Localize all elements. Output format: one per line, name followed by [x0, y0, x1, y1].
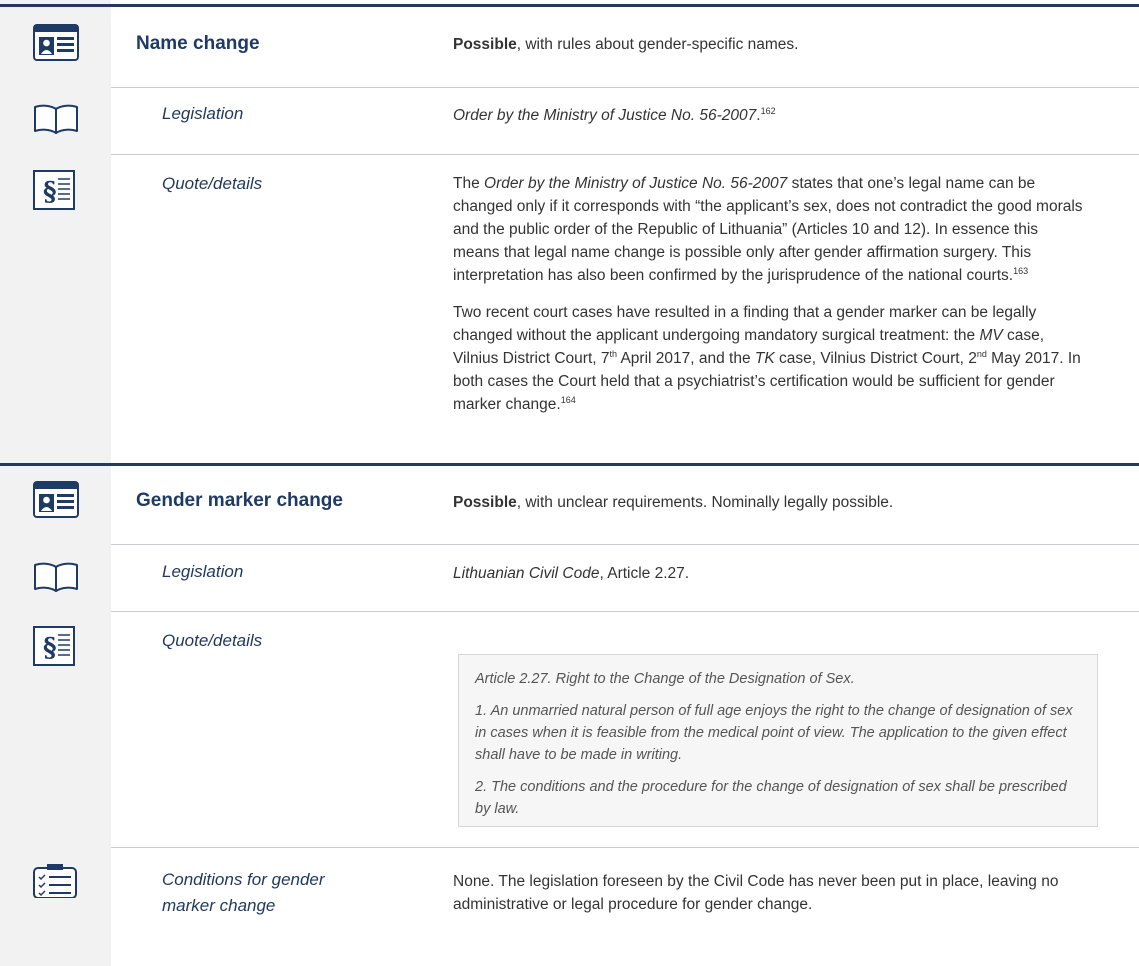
status-text: , with rules about gender-specific names… [516, 36, 799, 53]
open-book-icon [34, 104, 78, 134]
ordinal-suffix: th [609, 348, 617, 359]
name-legislation-value: Order by the Ministry of Justice No. 56-… [453, 104, 1088, 127]
section-divider [0, 463, 1139, 466]
id-card-icon [33, 481, 79, 518]
ordinal-suffix: nd [976, 348, 987, 359]
svg-text:§: § [43, 177, 57, 207]
name-change-title: Name change [136, 33, 260, 54]
name-legislation-label: Legislation [162, 104, 244, 123]
quote-paragraph-2: Two recent court cases have resulted in … [453, 301, 1088, 416]
footnote-ref: 163 [1013, 265, 1029, 276]
conditions-label-line-2: marker change [162, 896, 276, 915]
quote-heading: Article 2.27. Right to the Change of the… [475, 671, 855, 687]
conditions-label: Conditions for gender marker change [162, 867, 325, 919]
svg-text:§: § [43, 633, 57, 663]
row-divider [111, 847, 1139, 848]
text-italic: Order by the Ministry of Justice No. 56-… [484, 175, 788, 192]
text-italic: MV [979, 327, 1003, 344]
gender-marker-title: Gender marker change [136, 490, 343, 511]
legislation-text: Lithuanian Civil Code [453, 565, 600, 582]
checklist-icon [33, 864, 77, 898]
gender-marker-status: Possible, with unclear requirements. Nom… [453, 491, 1088, 514]
row-divider [111, 154, 1139, 155]
name-quote-details: The Order by the Ministry of Justice No.… [453, 172, 1088, 416]
open-book-icon [34, 562, 78, 592]
status-text: , with unclear requirements. Nominally l… [516, 494, 894, 511]
conditions-label-line-1: Conditions for gender [162, 870, 325, 889]
section-divider [0, 4, 1139, 7]
footnote-ref: 162 [760, 105, 776, 116]
quote-clause-1: 1. An unmarried natural person of full a… [475, 703, 1073, 763]
paragraph-sign-icon: § [33, 170, 75, 210]
text-italic: TK [754, 350, 775, 367]
text: April 2017, and the [617, 350, 755, 367]
article-quote-box: Article 2.27. Right to the Change of the… [458, 654, 1098, 827]
paragraph-sign-icon: § [33, 626, 75, 666]
text: case, Vilnius District Court, 2 [774, 350, 977, 367]
text: Two recent court cases have resulted in … [453, 304, 1037, 344]
legislation-article: , Article 2.27. [599, 565, 690, 582]
quote-paragraph-1: The Order by the Ministry of Justice No.… [453, 172, 1088, 287]
quote-clause-2: 2. The conditions and the procedure for … [475, 779, 1067, 817]
status-bold: Possible [453, 494, 517, 511]
footnote-ref: 164 [560, 394, 576, 405]
gender-legislation-value: Lithuanian Civil Code, Article 2.27. [453, 562, 1088, 585]
row-divider [111, 544, 1139, 545]
document-page: Name change Possible, with rules about g… [0, 0, 1139, 966]
name-quote-label: Quote/details [162, 174, 263, 193]
id-card-icon [33, 24, 79, 61]
row-divider [111, 611, 1139, 612]
row-divider [111, 87, 1139, 88]
conditions-value: None. The legislation foreseen by the Ci… [453, 873, 1059, 913]
text: The [453, 175, 485, 192]
gender-legislation-label: Legislation [162, 562, 244, 581]
legislation-text: Order by the Ministry of Justice No. 56-… [453, 107, 757, 124]
name-change-status: Possible, with rules about gender-specif… [453, 33, 1088, 56]
gender-quote-label: Quote/details [162, 631, 263, 650]
status-bold: Possible [453, 36, 517, 53]
